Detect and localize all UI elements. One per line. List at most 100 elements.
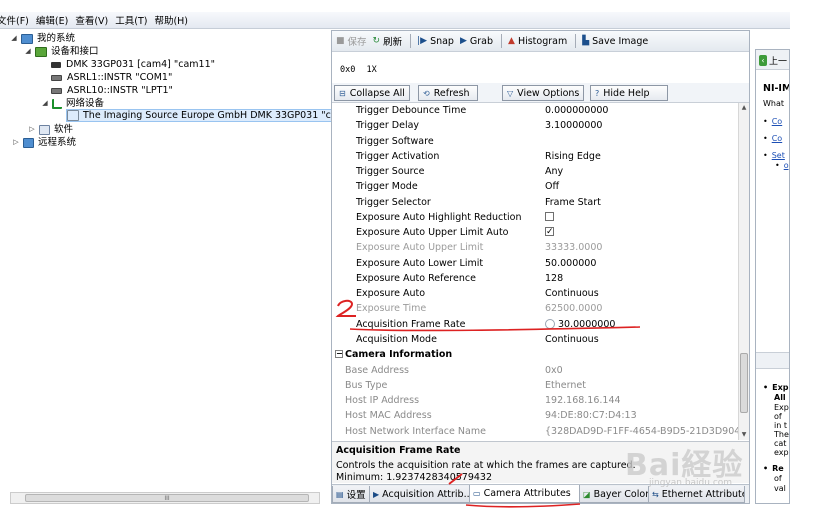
grab-button[interactable]: ▶ Grab (460, 36, 493, 47)
upper-limit-auto-checkbox[interactable] (545, 225, 554, 240)
back-button[interactable]: ‹ 上一 (759, 53, 787, 67)
property-row[interactable]: Host MAC Address 94:DE:80:C7:D4:13 (332, 408, 738, 423)
tree-item-camera[interactable]: DMK 33GP031 [cam4] "cam11" (51, 58, 215, 71)
tree-item-asrl1[interactable]: ASRL1::INSTR "COM1" (51, 71, 172, 84)
property-row[interactable]: Exposure Auto Continuous (332, 286, 738, 301)
tree-label: ASRL10::INSTR "LPT1" (67, 85, 173, 96)
options-bar: ⊟ Collapse All ⟲ Refresh ▽ View Options … (332, 83, 749, 103)
tree-label: 我的系统 (37, 33, 76, 44)
category-camera-information[interactable]: − Camera Information (332, 347, 738, 362)
refresh-icon: ⟲ (423, 88, 430, 98)
tree-item-remote-systems[interactable]: ▷ 远程系统 (12, 136, 76, 149)
software-icon (39, 124, 50, 135)
property-row[interactable]: Trigger Software (332, 134, 738, 149)
tree-item-my-system[interactable]: ◢ 我的系统 (10, 32, 75, 45)
property-grid-scrollbar[interactable]: ▲ ▼ (738, 103, 749, 440)
collapse-arrow-icon[interactable]: ◢ (24, 45, 32, 58)
collapse-category-icon[interactable]: − (335, 350, 343, 358)
play-icon: ▶ (373, 489, 380, 499)
property-row[interactable]: Exposure Auto Lower Limit 50.000000 (332, 256, 738, 271)
frame-rate-value[interactable]: 30.0000000 (545, 317, 615, 332)
collapse-all-button[interactable]: ⊟ Collapse All (334, 85, 410, 101)
histogram-button[interactable]: ▲ Histogram (508, 36, 567, 47)
property-row[interactable]: Exposure Time 62500.0000 (332, 301, 738, 316)
tab-bayer-color[interactable]: ◪ Bayer Color (579, 486, 649, 503)
tab-camera-attributes[interactable]: ▭ Camera Attributes (469, 485, 580, 503)
menu-tools[interactable]: 工具(T) (112, 13, 151, 27)
checkbox-checked[interactable] (545, 225, 554, 240)
menu-edit[interactable]: 编辑(E) (33, 13, 72, 27)
tab-ethernet-attributes[interactable]: ⇆ Ethernet Attributes (648, 486, 745, 503)
annotation-tab-underline (465, 503, 581, 508)
attribute-tabs: ▤ 设置 ▶ Acquisition Attrib... ▭ Camera At… (332, 484, 749, 503)
scroll-down-icon[interactable]: ▼ (739, 430, 749, 440)
help-bullet: Exp (763, 383, 788, 392)
tree-item-devices[interactable]: ◢ 设备和接口 (24, 45, 99, 58)
network-device-icon (67, 110, 79, 121)
collapse-icon: ⊟ (339, 88, 346, 98)
tree-label: DMK 33GP031 [cam4] "cam11" (66, 59, 215, 70)
help-text: in t (774, 421, 787, 430)
configuration-tree: ◢ 我的系统 ◢ 设备和接口 DMK 33GP031 [cam4] "cam11… (10, 30, 342, 500)
scrollbar-thumb[interactable]: III (25, 494, 309, 502)
property-row[interactable]: Bus Type Ethernet (332, 378, 738, 393)
menu-view[interactable]: 查看(V) (72, 13, 112, 27)
menu-file[interactable]: 文件(F) (0, 13, 33, 27)
menu-help[interactable]: 帮助(H) (151, 13, 192, 27)
help-link[interactable]: Set (763, 151, 785, 160)
property-row[interactable]: Base Address 0x0 (332, 363, 738, 378)
highlight-reduction-checkbox[interactable] (545, 210, 554, 225)
save-button[interactable]: ■ 保存 (336, 34, 367, 48)
histogram-icon: ▲ (508, 36, 515, 46)
help-text: Exp (774, 403, 789, 412)
scrollbar-thumb[interactable] (740, 353, 748, 413)
property-row[interactable]: Exposure Auto Reference 128 (332, 271, 738, 286)
expand-arrow-icon[interactable]: ▷ (12, 136, 20, 149)
property-row[interactable]: Host Network Interface Name {328DAD9D-F1… (332, 424, 738, 439)
property-row[interactable]: Trigger Activation Rising Edge (332, 149, 738, 164)
property-row[interactable]: Trigger Selector Frame Start (332, 195, 738, 210)
attributes-panel: ■ 保存 ↻ 刷新 |▶ Snap ▶ Grab ▲ Histogram ▙ S… (331, 30, 750, 504)
serial-port-icon (51, 87, 62, 94)
property-row[interactable]: Trigger Delay 3.10000000 (332, 118, 738, 133)
help-link[interactable]: Co (763, 134, 782, 143)
property-row[interactable]: Trigger Debounce Time 0.000000000 (332, 103, 738, 118)
tree-label: ASRL1::INSTR "COM1" (67, 72, 173, 83)
expand-arrow-icon[interactable]: ▷ (28, 123, 36, 136)
property-row[interactable]: Trigger Source Any (332, 164, 738, 179)
help-paragraph: What (763, 99, 785, 108)
tree-label: 设备和接口 (51, 46, 99, 57)
tree-item-software[interactable]: ▷ 软件 (28, 123, 73, 136)
scroll-up-icon[interactable]: ▲ (739, 103, 749, 113)
help-link[interactable]: Co (763, 117, 782, 126)
help-link-cont[interactable]: opt (763, 161, 789, 170)
tree-item-imaging-source-camera[interactable]: The Imaging Source Europe GmbH DMK 33GP0… (66, 109, 342, 122)
refresh-button[interactable]: ↻ 刷新 (373, 34, 403, 48)
property-row[interactable]: Trigger Mode Off (332, 179, 738, 194)
view-options-button[interactable]: ▽ View Options (502, 85, 584, 101)
property-row[interactable]: Exposure Auto Highlight Reduction (332, 210, 738, 225)
refresh-icon: ↻ (372, 36, 381, 46)
toolbar-separator (410, 34, 412, 48)
property-row[interactable]: Exposure Auto Upper Limit Auto (332, 225, 738, 240)
tree-label: 软件 (54, 124, 74, 135)
checkbox-unchecked[interactable] (545, 212, 554, 221)
tab-settings[interactable]: ▤ 设置 (332, 486, 370, 503)
property-row-selected[interactable]: Acquisition Frame Rate 30.0000000 (332, 317, 738, 332)
options-refresh-button[interactable]: ⟲ Refresh (418, 85, 478, 101)
tree-item-asrl10[interactable]: ASRL10::INSTR "LPT1" (51, 84, 173, 97)
toolbar-separator (575, 34, 577, 48)
collapse-arrow-icon[interactable]: ◢ (41, 97, 49, 110)
remote-systems-icon (23, 137, 34, 148)
collapse-arrow-icon[interactable]: ◢ (10, 32, 18, 45)
serial-port-icon (51, 74, 62, 81)
hide-help-button[interactable]: ? Hide Help (590, 85, 668, 101)
help-title: Acquisition Frame Rate (336, 445, 461, 456)
property-row[interactable]: Host IP Address 192.168.16.144 (332, 393, 738, 408)
property-row[interactable]: Acquisition Mode Continuous (332, 332, 738, 347)
property-row[interactable]: Exposure Auto Upper Limit 33333.0000 (332, 240, 738, 255)
tree-horizontal-scrollbar[interactable]: III (10, 492, 320, 504)
save-image-button[interactable]: ▙ Save Image (582, 36, 648, 47)
tab-acquisition-attributes[interactable]: ▶ Acquisition Attrib... (369, 486, 470, 503)
snap-button[interactable]: |▶ Snap (417, 36, 454, 47)
